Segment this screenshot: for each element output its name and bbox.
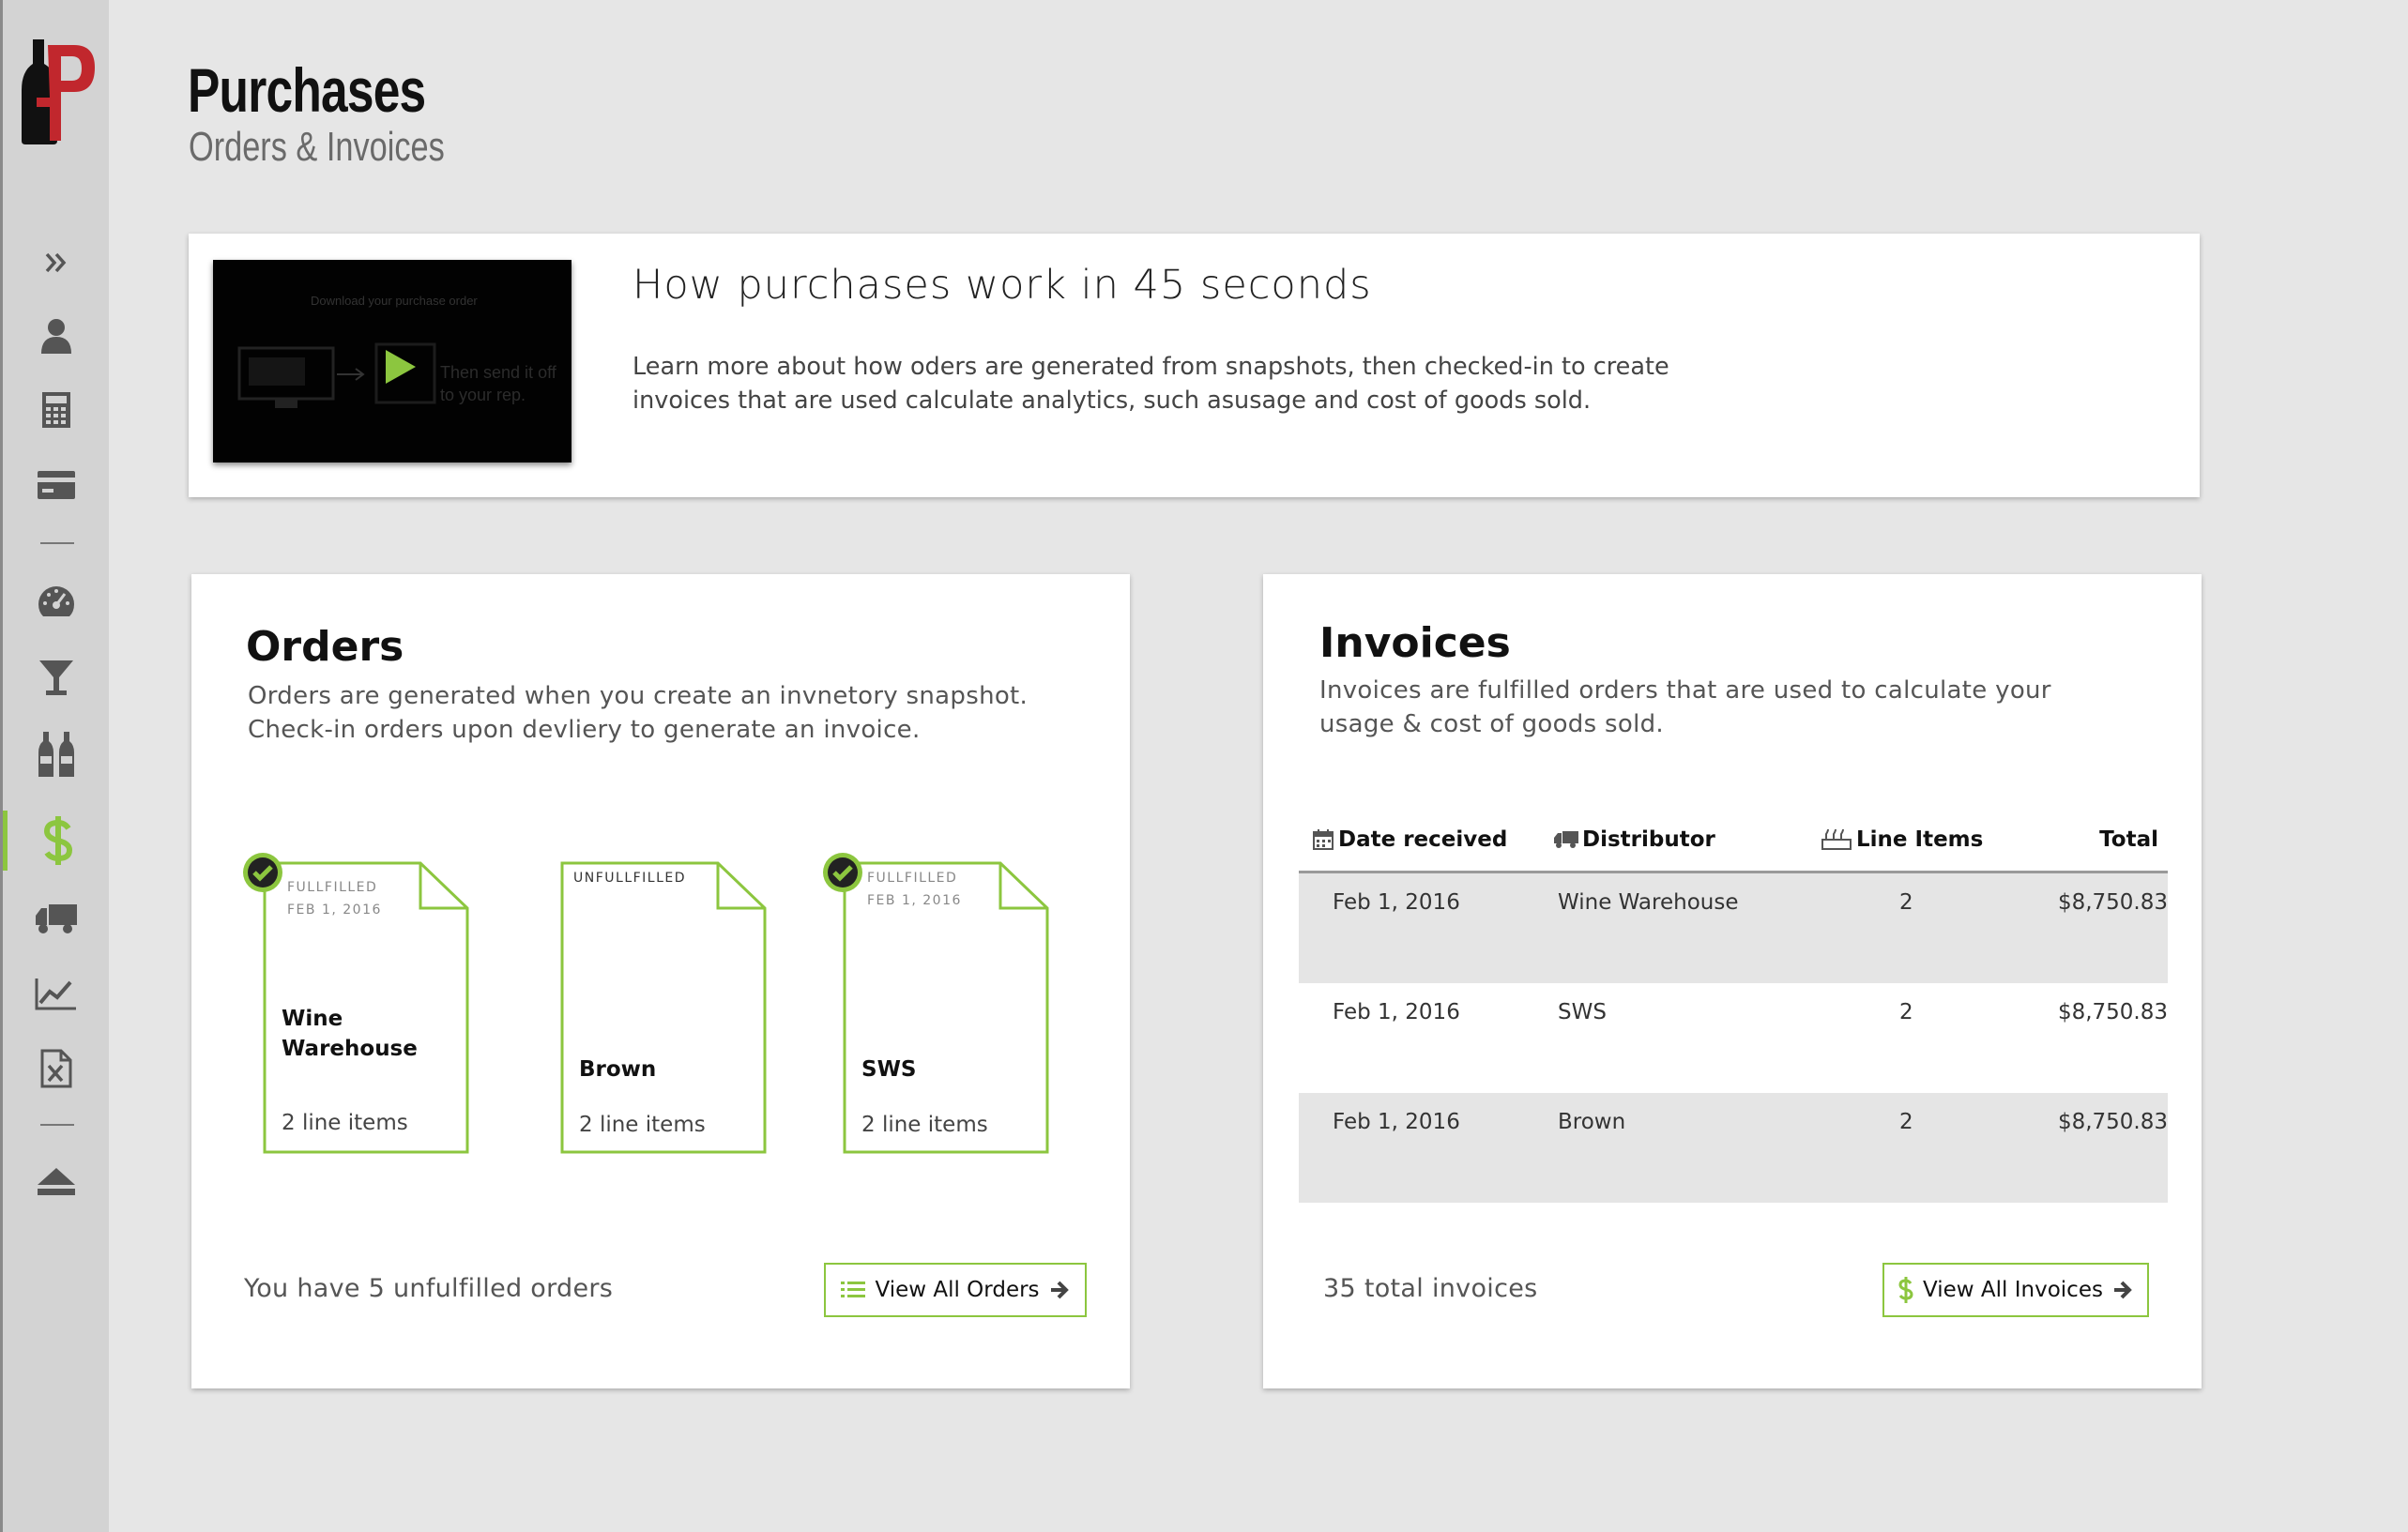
view-all-orders-button[interactable]: View All Orders [824,1263,1087,1317]
order-status: FULLFILLED FEB 1, 2016 [287,880,382,918]
sidebar [0,0,109,1532]
sidebar-item-billing[interactable] [3,455,109,515]
fulfilled-check-icon [823,853,862,892]
order-status: FULLFILLED FEB 1, 2016 [867,871,962,908]
order-document[interactable]: UNFULLFILLED Brown 2 line items [560,861,767,1154]
table-row[interactable]: Feb 1, 2016 Brown 2 $8,750.83 [1299,1093,2168,1203]
video-thumb-caption: Download your purchase order [311,294,478,308]
invoice-date: Feb 1, 2016 [1333,1110,1460,1134]
invoice-line-items: 2 [1899,1000,1913,1024]
sidebar-item-distributors[interactable] [3,888,109,948]
invoice-line-items: 2 [1899,1110,1913,1134]
invoice-distributor: Brown [1558,1110,1626,1134]
calendar-icon [1313,829,1334,850]
invoice-line-items: 2 [1899,890,1913,915]
credit-card-icon [37,471,75,499]
total-invoices-count: 35 total invoices [1323,1274,1538,1303]
video-title[interactable]: How purchases work in 45 seconds [632,262,1372,309]
column-header-distributor[interactable]: Distributor [1554,827,1715,852]
sidebar-item-account[interactable] [3,306,109,366]
unfulfilled-orders-count: You have 5 unfulfilled orders [244,1274,614,1303]
invoice-distributor: SWS [1558,1000,1607,1024]
view-all-invoices-label: View All Invoices [1923,1278,2103,1302]
invoice-total: $8,750.83 [2057,1000,2168,1024]
sidebar-item-dashboard[interactable] [3,571,109,631]
calculator-icon [41,392,70,428]
invoices-table: Date received Distributor Line Items Tot… [1299,799,2168,1203]
sidebar-divider [40,542,74,544]
column-header-line-items[interactable]: Line Items [1821,827,1983,852]
invoices-card: Invoices Invoices are fulfilled orders t… [1263,574,2202,1388]
dollar-icon [43,816,73,865]
orders-title: Orders [246,623,404,671]
column-header-total[interactable]: Total [2099,827,2158,852]
invoice-date: Feb 1, 2016 [1333,1000,1460,1024]
arrow-right-icon [1050,1281,1069,1299]
invoice-date: Feb 1, 2016 [1333,890,1460,915]
play-button-icon[interactable] [373,341,438,406]
video-thumbnail[interactable]: Download your purchase order Then send i… [213,260,572,463]
orders-description: Orders are generated when you create an … [248,682,1029,744]
order-status: UNFULLFILLED [573,871,687,886]
video-thumb-side-caption: Then send it off to your rep. [440,363,556,404]
page-subtitle: Orders & Invoices [189,124,445,170]
bottles-icon [38,732,74,777]
eject-icon [37,1168,75,1195]
invoice-total: $8,750.83 [2057,890,2168,915]
truck-icon [35,904,77,933]
order-distributor: SWS [861,1057,917,1082]
sidebar-item-expand[interactable] [3,233,109,293]
view-all-invoices-button[interactable]: View All Invoices [1882,1263,2149,1317]
bottle-case-icon [1821,828,1852,850]
sidebar-item-cocktails[interactable] [3,647,109,707]
monitor-illustration-icon [237,346,365,408]
order-distributor: Wine Warehouse [282,1007,418,1061]
sidebar-item-logout[interactable] [3,1152,109,1212]
dollar-icon [1898,1277,1913,1303]
table-header: Date received Distributor Line Items Tot… [1299,799,2168,873]
view-all-orders-label: View All Orders [875,1278,1040,1302]
expand-chevrons-icon [45,252,66,273]
dashboard-gauge-icon [38,586,74,616]
sidebar-divider [40,1124,74,1126]
table-row[interactable]: Feb 1, 2016 SWS 2 $8,750.83 [1299,983,2168,1093]
truck-icon [1554,831,1578,848]
video-description: Learn more about how oders are generated… [632,353,1669,415]
sidebar-item-inventory[interactable] [3,724,109,784]
orders-card: Orders Orders are generated when you cre… [191,574,1130,1388]
list-icon [841,1282,866,1297]
invoice-total: $8,750.83 [2057,1110,2168,1134]
video-tutorial-card: Download your purchase order Then send i… [189,234,2200,497]
sidebar-item-analytics[interactable] [3,963,109,1024]
line-chart-icon [35,978,76,1010]
order-distributor: Brown [579,1057,657,1082]
order-document[interactable]: FULLFILLED FEB 1, 2016 SWS 2 line items [823,853,1049,1154]
sidebar-item-export[interactable] [3,1039,109,1099]
order-line-items: 2 line items [282,1111,408,1135]
invoices-title: Invoices [1319,619,1511,667]
user-icon [40,319,71,354]
order-line-items: 2 line items [861,1113,988,1137]
cocktail-glass-icon [38,660,73,695]
table-row[interactable]: Feb 1, 2016 Wine Warehouse 2 $8,750.83 [1299,873,2168,983]
sidebar-item-calculator[interactable] [3,380,109,440]
brand-logo[interactable] [20,39,99,144]
excel-file-icon [40,1049,71,1088]
order-line-items: 2 line items [579,1113,706,1137]
fulfilled-check-icon [243,853,282,892]
invoices-description: Invoices are fulfilled orders that are u… [1319,676,2051,738]
arrow-right-icon [2113,1281,2132,1299]
order-document[interactable]: FULLFILLED FEB 1, 2016 Wine Warehouse 2 l… [243,853,469,1154]
sidebar-item-purchases[interactable] [3,811,109,871]
invoice-distributor: Wine Warehouse [1558,890,1739,915]
column-header-date[interactable]: Date received [1312,827,1507,852]
page-title: Purchases [188,55,426,125]
